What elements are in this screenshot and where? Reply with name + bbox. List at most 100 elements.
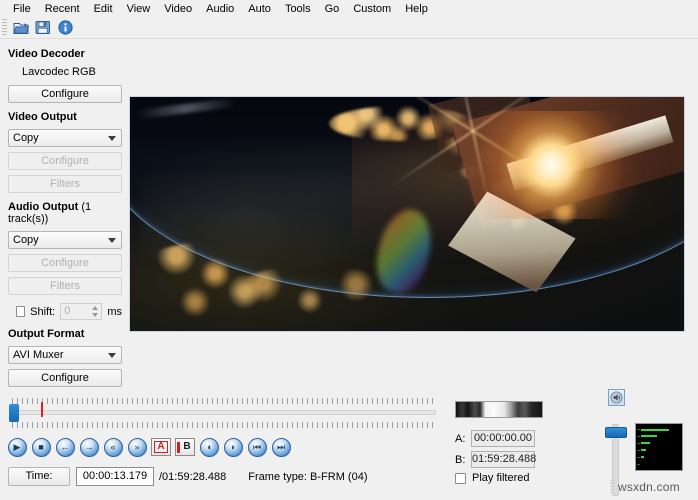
audio-shift-value: 0 bbox=[64, 305, 71, 317]
toolbar-drag-handle[interactable] bbox=[2, 18, 7, 37]
total-duration-label: /01:59:28.488 bbox=[159, 470, 227, 483]
keyframe-right-icon: ◗ bbox=[230, 441, 236, 452]
meter-tick bbox=[637, 436, 640, 437]
output-format-configure-button[interactable]: Configure bbox=[8, 369, 122, 387]
audio-output-title-text: Audio Output bbox=[8, 201, 79, 213]
audio-output-configure-button[interactable]: Configure bbox=[8, 254, 122, 272]
meter-tick bbox=[637, 450, 640, 451]
menu-item-recent[interactable]: Recent bbox=[38, 1, 87, 17]
menu-item-video[interactable]: Video bbox=[157, 1, 199, 17]
chevron-down-icon bbox=[108, 238, 116, 243]
marker-b-value[interactable]: 01:59:28.488 bbox=[471, 451, 536, 468]
menu-item-tools[interactable]: Tools bbox=[278, 1, 318, 17]
audio-level-meter bbox=[635, 423, 683, 471]
panel-grip bbox=[610, 480, 614, 494]
stepper-down-icon[interactable] bbox=[92, 313, 99, 317]
previous-frame-button[interactable]: ← bbox=[54, 436, 76, 458]
audio-output-filters-button[interactable]: Filters bbox=[8, 277, 122, 295]
rewind-icon: « bbox=[110, 441, 116, 452]
previous-keyframe-button[interactable]: ◖ bbox=[198, 436, 220, 458]
play-icon: ▶ bbox=[13, 441, 21, 452]
stepper-up-icon[interactable] bbox=[92, 306, 99, 310]
output-format-title: Output Format bbox=[8, 328, 85, 340]
volume-slider-handle[interactable] bbox=[605, 427, 627, 438]
menu-item-go[interactable]: Go bbox=[318, 1, 347, 17]
mark-b-button[interactable]: B bbox=[174, 436, 196, 458]
save-file-button[interactable] bbox=[32, 18, 54, 38]
video-output-select[interactable]: Copy bbox=[8, 129, 122, 147]
fast-forward-button[interactable]: » bbox=[126, 436, 148, 458]
info-button[interactable] bbox=[54, 18, 76, 38]
meter-level-bar bbox=[641, 449, 646, 451]
meter-tick bbox=[637, 464, 640, 465]
video-decoder-title: Video Decoder bbox=[8, 48, 85, 60]
decoder-colorspace: RGB bbox=[72, 66, 96, 78]
info-icon bbox=[57, 20, 73, 35]
keyframe-left-icon: ◖ bbox=[206, 441, 212, 452]
play-button[interactable]: ▶ bbox=[6, 436, 28, 458]
video-frame-image bbox=[130, 97, 684, 331]
meter-tick bbox=[637, 429, 640, 430]
meter-level-bar bbox=[641, 442, 650, 444]
sun-glow bbox=[451, 111, 651, 219]
video-output-configure-button[interactable]: Configure bbox=[8, 152, 122, 170]
menu-item-file[interactable]: File bbox=[6, 1, 38, 17]
arrow-left-icon: ← bbox=[60, 441, 70, 452]
menu-item-auto[interactable]: Auto bbox=[241, 1, 278, 17]
seek-handle[interactable] bbox=[9, 404, 19, 422]
frame-type-info: Frame type: B-FRM (04) bbox=[248, 471, 367, 483]
video-preview[interactable] bbox=[129, 96, 685, 332]
open-file-icon bbox=[12, 23, 29, 34]
menu-item-view[interactable]: View bbox=[120, 1, 158, 17]
audio-shift-stepper[interactable]: 0 bbox=[60, 303, 103, 320]
frame-type-label: Frame type: bbox=[248, 470, 307, 483]
frame-type-value: B-FRM (04) bbox=[310, 470, 368, 483]
stop-button[interactable]: ■ bbox=[30, 436, 52, 458]
next-frame-button[interactable]: → bbox=[78, 436, 100, 458]
menu-bar: File Recent Edit View Video Audio Auto T… bbox=[0, 0, 698, 17]
speaker-icon bbox=[610, 391, 623, 404]
menu-item-custom[interactable]: Custom bbox=[346, 1, 398, 17]
decoder-codec-name: Lavcodec bbox=[22, 66, 70, 78]
marker-b-row: B: 01:59:28.488 bbox=[455, 451, 536, 468]
play-filtered-checkbox[interactable] bbox=[455, 472, 466, 484]
arrow-right-icon: → bbox=[84, 441, 94, 452]
marker-b-icon: B bbox=[183, 441, 191, 452]
menu-item-edit[interactable]: Edit bbox=[87, 1, 120, 17]
skip-end-icon: ⏭ bbox=[276, 441, 286, 452]
audio-output-selected-value: Copy bbox=[13, 234, 39, 246]
seek-track[interactable] bbox=[12, 410, 436, 415]
audio-shift-checkbox[interactable] bbox=[16, 306, 26, 317]
toolbar bbox=[0, 17, 698, 39]
output-format-select[interactable]: AVI Muxer bbox=[8, 346, 122, 364]
time-label-button[interactable]: Time: bbox=[8, 467, 70, 486]
meter-level-bar bbox=[641, 456, 644, 458]
output-format-selected-value: AVI Muxer bbox=[13, 349, 64, 361]
watermark-text: wsxdn.com bbox=[618, 480, 680, 494]
video-output-filters-button[interactable]: Filters bbox=[8, 175, 122, 193]
skip-start-icon: ⏮ bbox=[252, 441, 262, 452]
marker-a-value[interactable]: 00:00:00.00 bbox=[471, 430, 535, 447]
time-status-row: Time: 00:00:13.179 /01:59:28.488 Frame t… bbox=[8, 467, 368, 486]
marker-b-label: B: bbox=[455, 453, 466, 466]
menu-item-audio[interactable]: Audio bbox=[199, 1, 241, 17]
go-to-start-button[interactable]: ⏮ bbox=[246, 436, 268, 458]
mark-a-button[interactable]: A bbox=[150, 436, 172, 458]
meter-level-bar bbox=[641, 429, 669, 431]
current-time-input[interactable]: 00:00:13.179 bbox=[76, 467, 154, 486]
atmospheric-haze bbox=[141, 171, 396, 271]
menu-item-help[interactable]: Help bbox=[398, 1, 435, 17]
audio-output-select[interactable]: Copy bbox=[8, 231, 122, 249]
open-file-button[interactable] bbox=[10, 18, 32, 38]
video-decoder-configure-button[interactable]: Configure bbox=[8, 85, 122, 103]
play-filtered-row[interactable]: Play filtered bbox=[455, 472, 535, 484]
ab-markers-panel: A: 00:00:00.00 B: 01:59:28.488 Play filt… bbox=[455, 430, 536, 484]
meter-tick bbox=[637, 443, 640, 444]
rewind-button[interactable]: « bbox=[102, 436, 124, 458]
seek-slider[interactable] bbox=[8, 398, 438, 434]
frame-navigation-strip[interactable] bbox=[455, 401, 543, 418]
volume-button[interactable] bbox=[608, 389, 625, 406]
next-keyframe-button[interactable]: ◗ bbox=[222, 436, 244, 458]
go-to-end-button[interactable]: ⏭ bbox=[270, 436, 292, 458]
video-output-selected-value: Copy bbox=[13, 132, 39, 144]
